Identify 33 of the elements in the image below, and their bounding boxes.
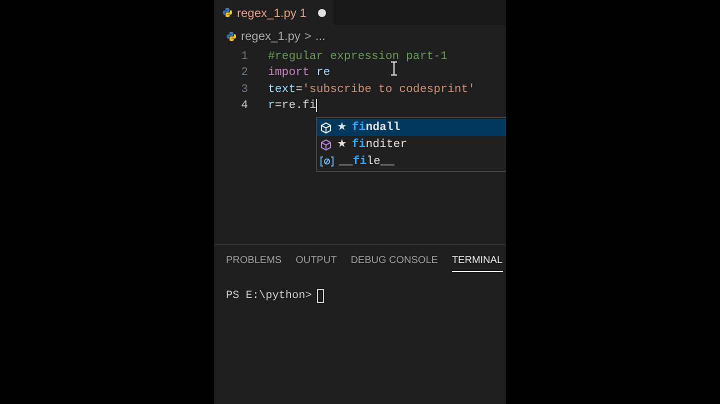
line-number: 1 bbox=[240, 48, 248, 65]
panel-tab[interactable]: TERMINAL bbox=[452, 253, 502, 272]
code-line: r=re.fi bbox=[268, 98, 318, 114]
python-icon bbox=[226, 30, 237, 42]
code-line: import re bbox=[268, 65, 330, 82]
suggestion-label: finditer bbox=[352, 136, 408, 153]
panel-tab[interactable]: PROBLEMS bbox=[226, 253, 282, 272]
suggestion-item[interactable]: ★ findall bbox=[317, 119, 506, 136]
python-icon bbox=[222, 7, 233, 18]
text-cursor-icon bbox=[390, 61, 398, 76]
cube-icon bbox=[320, 138, 332, 150]
panel-tab[interactable]: DEBUG CONSOLE bbox=[350, 253, 438, 272]
suggestion-label: __file__ bbox=[339, 154, 394, 170]
star-icon: ★ bbox=[337, 136, 347, 153]
breadcrumb-item[interactable]: regex_1.py bbox=[241, 27, 300, 45]
suggestion-item[interactable]: __file__ bbox=[317, 153, 506, 170]
suggestion-label: findall bbox=[352, 120, 400, 136]
line-number: 2 bbox=[240, 65, 248, 82]
panel-tab[interactable]: OUTPUT bbox=[296, 253, 337, 272]
variable-icon bbox=[320, 156, 334, 167]
editor-tab[interactable]: regex_1.py 1 bbox=[214, 0, 334, 25]
code-line: text='subscribe to codesprint' bbox=[268, 82, 476, 98]
breadcrumb-separator: > bbox=[304, 28, 312, 45]
breadcrumb-item[interactable]: ... bbox=[315, 27, 326, 45]
line-number: 4 bbox=[240, 98, 248, 114]
terminal-cursor-icon bbox=[316, 289, 324, 304]
cube-icon bbox=[320, 122, 332, 134]
code-line: #regular expression part-1 bbox=[268, 48, 448, 65]
line-number: 3 bbox=[240, 82, 248, 98]
star-icon: ★ bbox=[337, 119, 347, 136]
terminal-prompt: PS E:\python> bbox=[226, 289, 312, 304]
suggestion-item[interactable]: ★ finditer bbox=[317, 136, 506, 153]
tab-label: regex_1.py 1 bbox=[237, 4, 306, 22]
